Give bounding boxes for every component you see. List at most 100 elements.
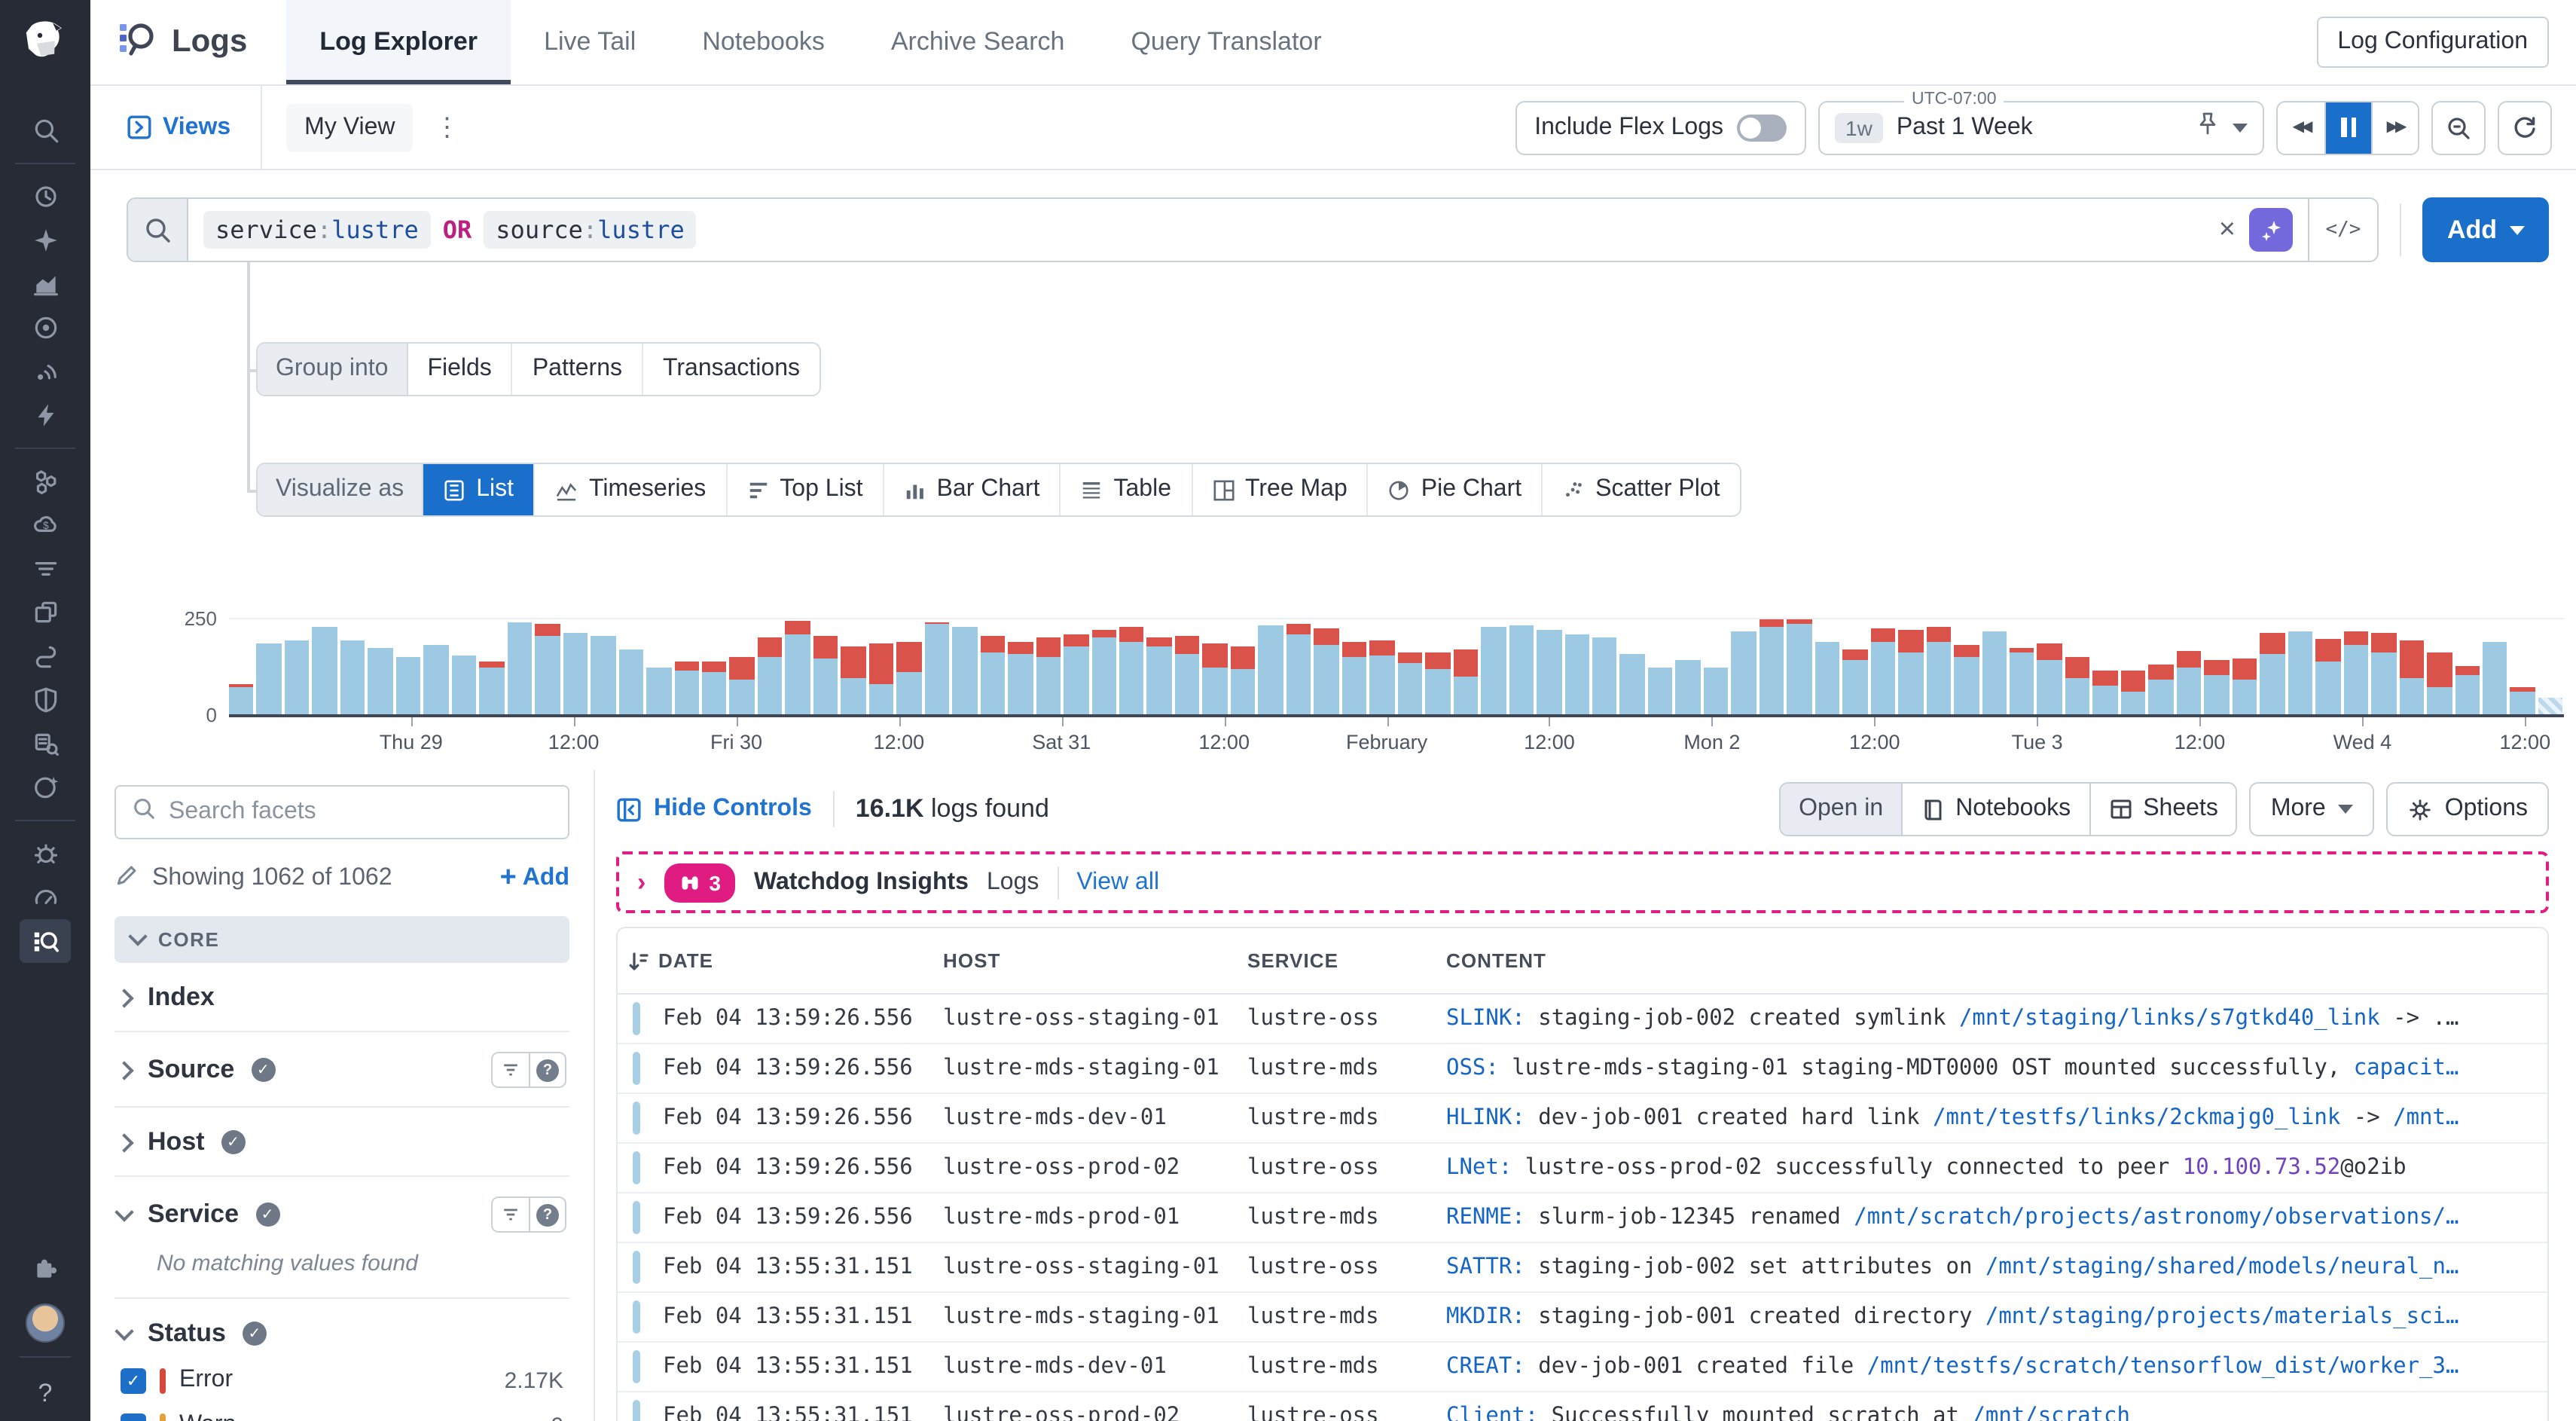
visualize-list[interactable]: List [423,464,535,515]
histogram-bar[interactable] [1732,631,1757,714]
refresh-button[interactable] [2498,100,2552,154]
group-into-patterns[interactable]: Patterns [513,344,643,395]
histogram-bar[interactable] [1870,628,1895,714]
resource-search-icon[interactable] [20,722,71,766]
log-volume-histogram[interactable]: 250 0 Thu 2912:00Fri 3012:00Sat 3112:00F… [229,618,2564,714]
log-row[interactable]: Feb 04 13:59:26.556lustre-mds-prod-01lus… [618,1193,2547,1243]
histogram-bar[interactable] [924,622,949,714]
search-icon[interactable] [20,108,71,152]
histogram-bar[interactable] [1425,652,1450,714]
cloud-cost-icon[interactable]: $ [20,503,71,547]
histogram-bar[interactable] [1036,638,1061,714]
bolt-icon[interactable] [20,393,71,437]
gauge-icon[interactable] [20,876,71,919]
view-all-link[interactable]: View all [1076,869,1159,896]
facet-value-checkbox[interactable]: ✓ [121,1368,146,1393]
log-configuration-button[interactable]: Log Configuration [2316,17,2549,68]
search-query-input[interactable]: service:lustreORsource:lustre [188,199,2219,261]
log-row[interactable]: Feb 04 13:59:26.556lustre-oss-staging-01… [618,995,2547,1044]
histogram-bar[interactable] [563,632,588,714]
shift-back-button[interactable]: ◀◀ [2278,102,2324,153]
histogram-bar[interactable] [2538,698,2563,715]
shift-forward-button[interactable]: ▶▶ [2371,102,2418,153]
facet-help-icon[interactable]: ? [529,1053,565,1086]
add-query-button[interactable]: Add [2422,197,2549,262]
histogram-bar[interactable] [869,643,894,714]
histogram-bar[interactable] [1537,629,1561,714]
histogram-bar[interactable] [1259,625,1283,714]
histogram-bar[interactable] [1704,668,1729,714]
log-row[interactable]: Feb 04 13:55:31.151lustre-mds-dev-01lust… [618,1343,2547,1392]
histogram-bar[interactable] [2177,651,2202,714]
histogram-bar[interactable] [340,640,365,714]
histogram-bar[interactable] [2483,643,2507,714]
histogram-bar[interactable] [1175,637,1200,714]
histogram-bar[interactable] [980,636,1005,714]
datadog-logo-icon[interactable] [0,0,90,86]
security-shield-icon[interactable] [20,678,71,722]
histogram-bar[interactable] [1564,634,1589,714]
histogram-bar[interactable] [591,637,615,714]
add-facet-button[interactable]: +Add [500,862,569,895]
histogram-bar[interactable] [2399,640,2424,714]
open-in-sheets-button[interactable]: Sheets [2089,784,2236,835]
histogram-bar[interactable] [257,644,282,714]
log-row[interactable]: Feb 04 13:59:26.556lustre-oss-prod-02lus… [618,1144,2547,1193]
histogram-bar[interactable] [1592,637,1617,714]
views-button[interactable]: Views [90,86,261,169]
histogram-bar[interactable] [313,626,337,714]
hexagons-icon[interactable] [20,460,71,503]
group-into-fields[interactable]: Fields [407,344,512,395]
histogram-bar[interactable] [2037,644,2062,714]
histogram-bar[interactable] [2205,660,2230,714]
facet-value-checkbox[interactable]: ✓ [121,1413,146,1421]
pin-icon[interactable] [2196,112,2219,143]
time-range-picker[interactable]: UTC-07:00 1w Past 1 Week [1818,100,2264,154]
bug-icon[interactable] [20,832,71,876]
integrations-puzzle-icon[interactable] [20,1246,71,1290]
log-row[interactable]: Feb 04 13:55:31.151lustre-mds-staging-01… [618,1293,2547,1343]
code-view-button[interactable]: </> [2308,199,2377,261]
histogram-bar[interactable] [2260,633,2285,715]
group-into-transactions[interactable]: Transactions [643,344,819,395]
histogram-bar[interactable] [2121,671,2146,714]
pipelines-icon[interactable] [20,547,71,591]
histogram-bar[interactable] [452,655,477,714]
facet-header[interactable]: Index [118,982,566,1013]
histogram-bar[interactable] [2315,640,2340,714]
history-icon[interactable] [20,175,71,218]
histogram-bar[interactable] [702,661,727,714]
histogram-bar[interactable] [2510,687,2535,714]
histogram-bar[interactable] [1676,659,1701,714]
column-header-date[interactable]: DATE [627,949,943,973]
visualize-timeseries[interactable]: Timeseries [535,464,727,515]
log-row[interactable]: Feb 04 13:59:26.556lustre-mds-dev-01lust… [618,1094,2547,1144]
histogram-bar[interactable] [1231,646,1256,714]
facet-header[interactable]: Host✓ [118,1127,566,1157]
dashboards-icon[interactable] [20,262,71,306]
tab-query-translator[interactable]: Query Translator [1097,0,1354,84]
tab-archive-search[interactable]: Archive Search [858,0,1098,84]
ci-link-icon[interactable] [20,634,71,678]
histogram-bar[interactable] [1008,642,1033,714]
visualize-scatter-plot[interactable]: Scatter Plot [1543,464,1739,515]
chevron-down-icon[interactable] [2233,123,2248,132]
visualize-tree-map[interactable]: Tree Map [1192,464,1369,515]
signal-icon[interactable] [20,350,71,393]
target-icon[interactable] [20,306,71,350]
histogram-bar[interactable] [479,662,504,714]
histogram-bar[interactable] [1286,624,1311,714]
histogram-bar[interactable] [396,656,421,714]
tab-notebooks[interactable]: Notebooks [669,0,858,84]
user-avatar[interactable] [26,1303,65,1343]
histogram-bar[interactable] [618,649,643,714]
facet-help-icon[interactable]: ? [529,1198,565,1231]
histogram-bar[interactable] [2093,671,2118,714]
histogram-bar[interactable] [1203,644,1228,714]
histogram-bar[interactable] [535,625,560,714]
visualize-bar-chart[interactable]: Bar Chart [884,464,1061,515]
visualize-top-list[interactable]: Top List [727,464,884,515]
facet-header[interactable]: Service✓? [118,1196,566,1233]
histogram-bar[interactable] [2288,631,2312,714]
histogram-bar[interactable] [1481,627,1506,714]
